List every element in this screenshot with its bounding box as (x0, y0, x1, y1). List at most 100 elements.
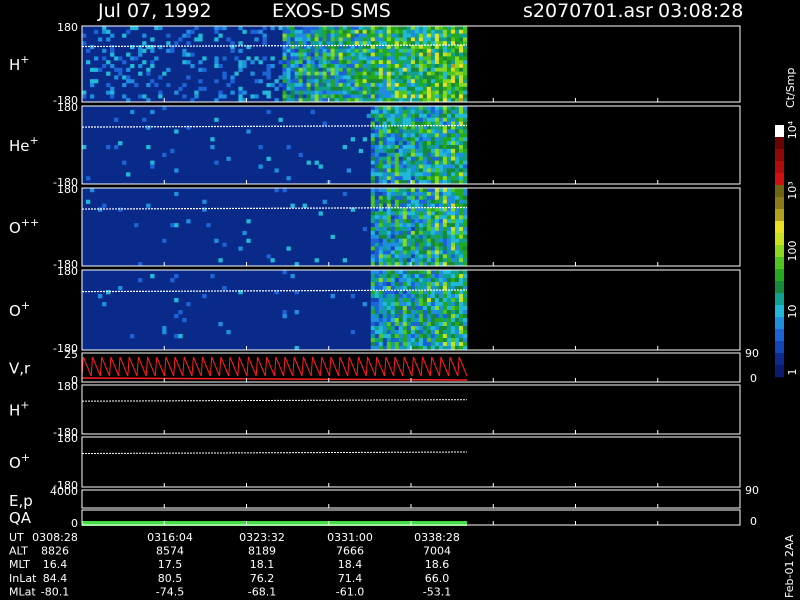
spectrogram-cell (446, 195, 452, 200)
spectrogram-cell (374, 310, 380, 315)
spectrogram-cell (138, 48, 143, 53)
spectrogram-cell (455, 56, 460, 61)
spectrogram-cell (390, 172, 396, 177)
spectrogram-cell (402, 302, 408, 307)
spectrogram-cell (326, 90, 331, 95)
spectrogram-cell (459, 176, 464, 181)
spectrogram-cell (455, 94, 460, 99)
spectrogram-cell (451, 129, 456, 134)
spectrogram-cell (463, 48, 468, 53)
spectrogram-cell (382, 230, 388, 236)
spectrogram-cell (350, 94, 355, 99)
spectrogram-cell (382, 302, 388, 307)
spectrogram-cell (382, 164, 388, 169)
spectrogram-cell (374, 60, 380, 65)
spectrogram-cell (410, 242, 416, 247)
spectrogram-cell (422, 113, 428, 118)
spectrogram-cell (434, 199, 440, 204)
spectrogram-cell (446, 79, 452, 84)
spectrogram-cell (102, 56, 107, 61)
spectrogram-cell (394, 326, 400, 331)
spectrogram-cell (398, 322, 404, 327)
spectrogram-cell (378, 29, 384, 34)
spectrogram-cell (374, 330, 380, 335)
spectrogram-cell (422, 164, 428, 169)
spectrogram-cell (430, 60, 436, 65)
right-tick-top: 90 (745, 484, 759, 497)
spectrogram-cell (386, 48, 392, 53)
spectrogram-cell (438, 294, 444, 299)
spectrogram-cell (346, 41, 351, 46)
spectrogram-cell (374, 223, 380, 228)
spectrogram-cell (455, 310, 460, 315)
spectrogram-cell (378, 322, 384, 327)
spectrogram-cell (398, 26, 404, 31)
spectrogram-cell (414, 26, 420, 31)
spectrogram-cell (402, 152, 408, 157)
spectrogram-cell (418, 75, 424, 80)
spectrogram-cell (322, 41, 327, 46)
spectrogram-cell (214, 79, 219, 84)
spectrogram-cell (174, 129, 179, 134)
right-tick-top: 90 (745, 347, 759, 360)
spectrogram-cell (378, 94, 384, 99)
panel-label-superscript: + (20, 53, 29, 66)
spectrogram-cell (150, 64, 155, 69)
spectrogram-cell (290, 203, 295, 208)
spectrogram-cell (459, 298, 464, 303)
spectrogram-cell (406, 246, 412, 251)
spectrogram-cell (374, 152, 380, 157)
spectrogram-cell (362, 33, 367, 38)
spectrogram-cell (338, 83, 343, 88)
spectrogram-cell (463, 310, 468, 315)
spectrogram-cell (390, 109, 396, 115)
spectrogram-cell (463, 67, 468, 72)
spectrogram-cell (434, 133, 440, 138)
spectrogram-cell (82, 90, 87, 95)
spectrogram-cell (130, 45, 135, 50)
spectrogram-cell (294, 60, 299, 65)
stats-value: 84.4 (43, 572, 68, 585)
spectrogram-cell (346, 48, 351, 53)
spectrogram-cell (451, 326, 456, 331)
spectrogram-cell (402, 109, 408, 115)
spectrogram-cell (418, 330, 424, 335)
colorbar-label: 10³ (786, 181, 799, 199)
spectrogram-cell (442, 219, 448, 224)
spectrogram-cell (430, 314, 436, 319)
spectrogram-cell (182, 52, 187, 57)
spectrogram-cell (418, 67, 424, 72)
spectrogram-cell (459, 258, 464, 263)
spectrogram-cell (463, 141, 468, 146)
spectrogram-cell (438, 156, 444, 161)
spectrogram-cell (459, 274, 464, 279)
spectrogram-cell (366, 56, 371, 61)
spectrogram-cell (386, 164, 392, 169)
spectrogram-cell (434, 227, 440, 232)
spectrogram-cell (370, 318, 376, 323)
spectrogram-cell (318, 29, 323, 34)
spectrogram-cell (142, 117, 147, 122)
spectrogram-cell (162, 106, 167, 111)
spectrogram-cell (386, 334, 392, 339)
spectrogram-cell (318, 37, 323, 42)
spectrogram-cell (222, 242, 227, 247)
spectrogram-cell (426, 227, 432, 232)
spectrogram-cell (390, 37, 396, 42)
spectrogram-cell (386, 168, 392, 173)
spectrogram-cell (230, 48, 235, 53)
spectrogram-cell (226, 37, 231, 42)
spectrogram-cell (446, 270, 452, 275)
spectrogram-cell (306, 56, 311, 61)
spectrogram-cell (406, 338, 412, 343)
spectrogram-cell (310, 75, 315, 80)
spectrogram-cell (430, 223, 436, 228)
spectrogram-cell (438, 133, 444, 138)
spectrogram-cell (374, 83, 380, 88)
spectrogram-cell (378, 298, 384, 303)
spectrogram-cell (422, 60, 428, 65)
spectrogram-cell (386, 270, 392, 275)
spectrogram-cell (242, 64, 247, 69)
spectrogram-cell (346, 71, 351, 76)
spectrogram-cell (422, 250, 428, 255)
